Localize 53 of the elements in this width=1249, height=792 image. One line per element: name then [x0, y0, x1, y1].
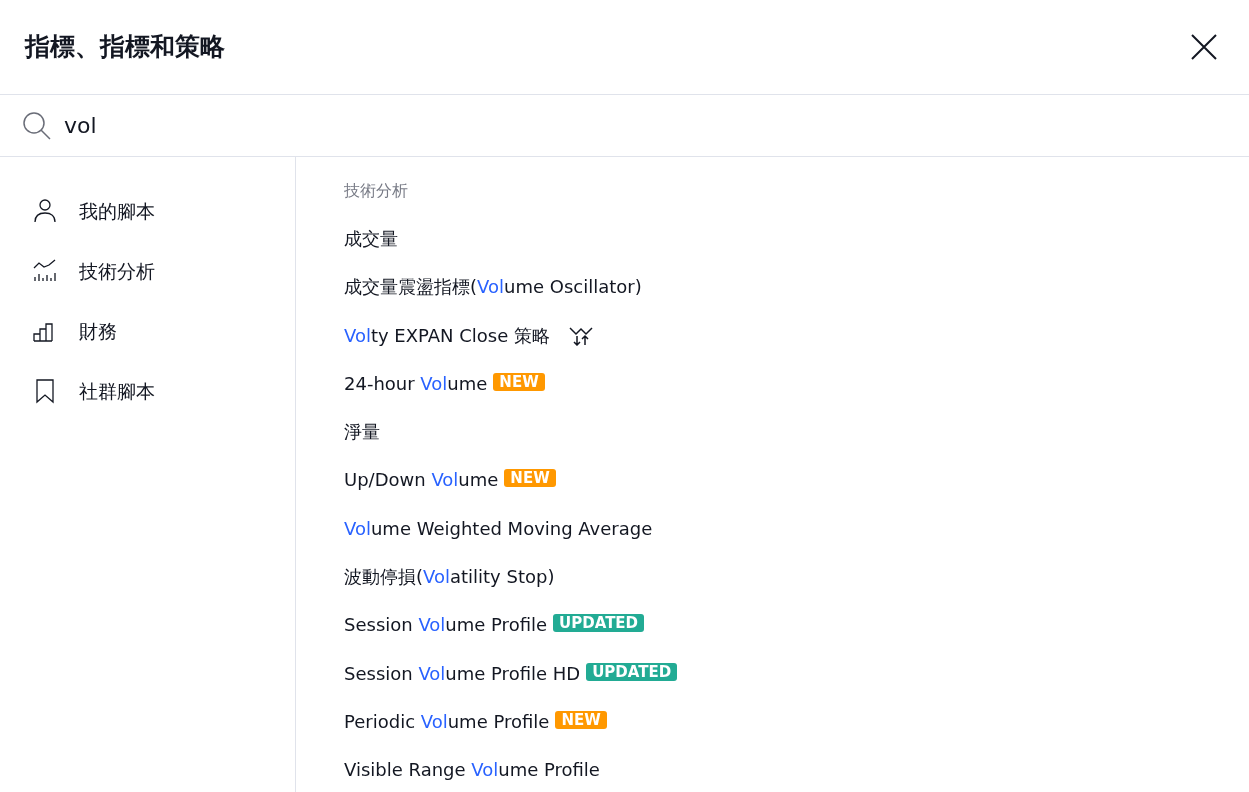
- matched-text: Vol: [477, 276, 504, 298]
- badge: UPDATED: [553, 614, 645, 633]
- matched-text: Vol: [471, 759, 499, 781]
- indicator-name-text: ume Profile: [445, 614, 548, 636]
- close-button[interactable]: [1189, 32, 1219, 62]
- badge: NEW: [504, 469, 556, 488]
- indicator-item[interactable]: Session Volume Profile HD: [344, 659, 581, 687]
- indicator-item[interactable]: Up/Down Volume: [344, 466, 499, 494]
- matched-text: Vol: [423, 566, 450, 588]
- indicator-item[interactable]: Volty EXPAN Close 策略: [344, 321, 551, 349]
- indicator-name-text: Visible Range: [344, 759, 467, 781]
- badge: NEW: [493, 372, 545, 391]
- indicator-item[interactable]: Session Volume Profile: [344, 611, 548, 639]
- search-field[interactable]: vol: [64, 109, 1227, 142]
- sidebar-item[interactable]: 財務: [0, 301, 295, 361]
- dialog-title: 指標、指標和策略: [25, 31, 225, 64]
- search-icon: [22, 110, 52, 141]
- badge: NEW: [555, 710, 607, 729]
- indicator-name-text: ume Profile: [447, 710, 550, 732]
- section-title: 技術分析: [344, 180, 409, 202]
- indicator-name-text: ume: [458, 469, 499, 491]
- indicator-item[interactable]: 24-hour Volume: [344, 369, 488, 397]
- indicator-name-text: atility Stop): [449, 566, 555, 588]
- indicator-item[interactable]: 波動停損(Volatility Stop): [344, 563, 555, 591]
- matched-text: Vol: [344, 324, 371, 346]
- sidebar-item[interactable]: 我的腳本: [0, 181, 295, 241]
- matched-text: Vol: [418, 614, 446, 636]
- user-icon: [31, 197, 59, 225]
- indicator-item[interactable]: Visible Range Volume Profile: [344, 756, 600, 784]
- matched-text: Vol: [420, 710, 448, 732]
- indicator-name-text: ty EXPAN Close 策略: [370, 324, 551, 346]
- indicator-name-text: 24-hour: [344, 372, 416, 394]
- matched-text: Vol: [344, 517, 371, 539]
- matched-text: Vol: [418, 662, 446, 684]
- indicator-item[interactable]: 成交量震盪指標(Volume Oscillator): [344, 273, 642, 301]
- indicator-name-text: Up/Down: [344, 469, 427, 491]
- indicator-name-text: ume Profile HD: [445, 662, 581, 684]
- indicator-name-text: ume Weighted Moving Average: [370, 517, 653, 539]
- indicator-name-text: 成交量震盪指標(: [344, 276, 478, 298]
- indicator-name-text: 波動停損(: [344, 566, 424, 588]
- indicator-name-text: ume Profile: [498, 759, 600, 781]
- sidebar-item[interactable]: 社群腳本: [0, 361, 295, 421]
- sidebar-item[interactable]: 技術分析: [0, 241, 295, 301]
- indicator-name-text: Session: [344, 662, 414, 684]
- indicator-name-text: ume Oscillator): [503, 276, 642, 298]
- indicator-name-text: Periodic: [344, 710, 417, 732]
- matched-text: Vol: [431, 469, 459, 491]
- indicator-name-text: ume: [447, 372, 488, 394]
- matched-text: Vol: [420, 372, 448, 394]
- badge: UPDATED: [586, 662, 678, 681]
- indicator-name-text: Session: [344, 614, 414, 636]
- indicator-item[interactable]: Periodic Volume Profile: [344, 707, 550, 735]
- indicator-item[interactable]: Volume Weighted Moving Average: [344, 514, 653, 542]
